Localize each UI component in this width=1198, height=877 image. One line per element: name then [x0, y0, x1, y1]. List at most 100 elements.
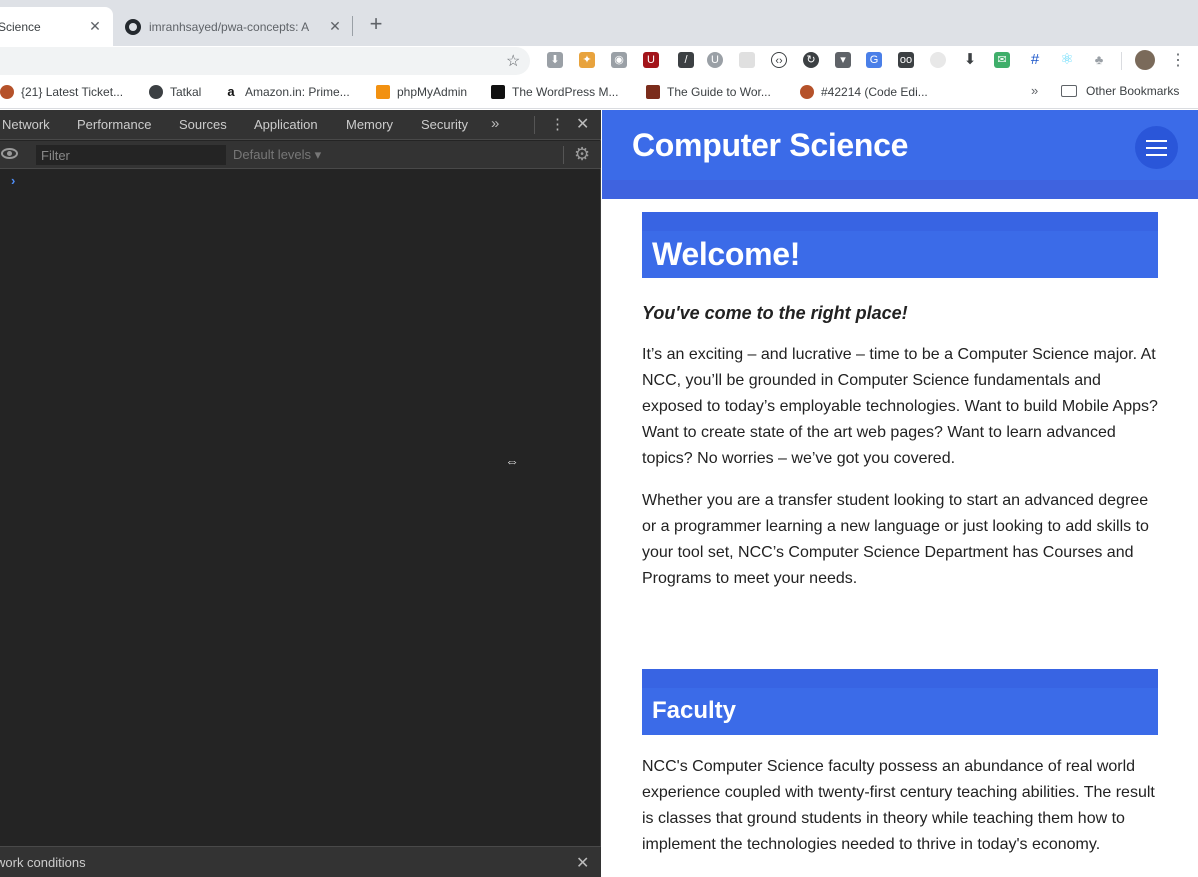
address-bar[interactable] [0, 47, 530, 75]
console-filter-input[interactable] [36, 145, 226, 165]
paw-icon [0, 85, 14, 99]
code-ext-icon[interactable]: ‹› [771, 52, 787, 68]
bookmark-label: The WordPress M... [512, 85, 619, 99]
console-toolbar: Default levels ▾ ⚙ [0, 141, 601, 169]
bookmark-star-icon[interactable]: ☆ [506, 51, 520, 71]
bookmark-label: {21} Latest Ticket... [21, 85, 124, 99]
devtools-tab-performance[interactable]: Performance [77, 117, 151, 132]
timer-ext-icon[interactable] [930, 52, 946, 68]
other-bookmarks-folder[interactable]: Other Bookmarks [1061, 84, 1179, 98]
other-bookmarks-label: Other Bookmarks [1086, 84, 1180, 98]
devtools-tab-sources[interactable]: Sources [179, 117, 227, 132]
bookmark-label: #42214 (Code Edi... [821, 85, 928, 99]
section-header-bar [642, 669, 1158, 688]
faculty-section-header: Faculty [642, 669, 1158, 735]
bookmark-wordpress[interactable]: The WordPress M... [491, 84, 618, 100]
tab-computer-science[interactable]: Science ✕ [0, 7, 113, 46]
shield-ext-icon[interactable]: ▾ [835, 52, 851, 68]
devtools-drawer-bar: work conditions ✕ [0, 846, 601, 877]
faculty-paragraph: NCC's Computer Science faculty possess a… [642, 758, 1155, 853]
drawer-tab-network-conditions[interactable]: work conditions [0, 855, 86, 870]
audience-paragraph: Whether you are a transfer student looki… [642, 492, 1149, 587]
download-ext-icon[interactable]: ⬇ [547, 52, 563, 68]
bookmarks-bar: {21} Latest Ticket... Tatkal a Amazon.in… [0, 76, 1198, 109]
tab-separator [352, 16, 353, 36]
more-tabs-chevron-icon[interactable]: » [491, 115, 499, 132]
inbox-ext-icon[interactable]: ✉ [994, 52, 1010, 68]
guide-icon [646, 85, 660, 99]
welcome-section-header: Welcome! [642, 212, 1158, 278]
devtools-tab-memory[interactable]: Memory [346, 117, 393, 132]
more-bookmarks-chevron-icon[interactable]: » [1031, 83, 1038, 98]
close-tab-icon[interactable]: ✕ [327, 18, 343, 34]
ublock-ext-icon[interactable]: U [643, 52, 659, 68]
github-icon [125, 18, 141, 35]
tree-ext-icon[interactable]: ♣ [1091, 52, 1107, 68]
bookmark-tatkal[interactable]: Tatkal [149, 84, 201, 100]
console-separator [563, 146, 564, 164]
devtools-close-icon[interactable]: ✕ [576, 114, 589, 134]
paw-icon [800, 85, 814, 99]
wordpress-icon [491, 85, 505, 99]
intro-paragraph: It’s an exciting – and lucrative – time … [642, 346, 1158, 467]
log-levels-dropdown[interactable]: Default levels ▾ [233, 147, 321, 163]
react-ext-icon[interactable]: ⚛ [1059, 52, 1075, 68]
bookmark-label: The Guide to Wor... [667, 85, 771, 99]
chrome-menu-icon[interactable]: ⋮ [1170, 50, 1186, 70]
devtools-panel: Network Performance Sources Application … [0, 110, 601, 877]
bookmark-guide-to-wordpress[interactable]: The Guide to Wor... [646, 84, 771, 100]
ooo-ext-icon[interactable]: oo [898, 52, 914, 68]
tagline: You've come to the right place! [642, 303, 908, 323]
globe-icon [149, 85, 163, 99]
bookmark-label: Tatkal [170, 85, 202, 99]
console-prompt-icon[interactable]: › [11, 173, 15, 188]
phpmyadmin-icon [376, 85, 390, 99]
browser-toolbar: ☆ ⬇ ✦ ◉ U / U ‹› ↻ ▾ G oo ⬇ ✉ # ⚛ ♣ ⋮ [0, 46, 1198, 76]
bookmark-latest-tickets[interactable]: {21} Latest Ticket... [0, 84, 123, 100]
hamburger-line [1146, 147, 1167, 149]
refresh-ext-icon[interactable]: ↻ [803, 52, 819, 68]
color-picker-ext-icon[interactable]: ✦ [579, 52, 595, 68]
u-ext-icon[interactable]: U [707, 52, 723, 68]
download-arrow-icon[interactable]: ⬇ [962, 52, 978, 68]
devtools-tab-security[interactable]: Security [421, 117, 468, 132]
bookmark-label: Amazon.in: Prime... [245, 85, 350, 99]
drawer-close-icon[interactable]: ✕ [576, 853, 589, 873]
hamburger-line [1146, 154, 1167, 156]
bookmark-label: phpMyAdmin [397, 85, 468, 99]
devtools-tab-network[interactable]: Network [2, 117, 50, 132]
camera-ext-icon[interactable]: ◉ [611, 52, 627, 68]
site-header: Computer Science [602, 110, 1198, 180]
hamburger-line [1146, 140, 1167, 142]
close-tab-icon[interactable]: ✕ [87, 18, 103, 34]
resize-cursor-icon: ⇔ [505, 453, 519, 469]
eyedropper-ext-icon[interactable]: / [678, 52, 694, 68]
header-subband [602, 180, 1198, 199]
profile-avatar[interactable] [1135, 50, 1155, 70]
tab-title: imranhsayed/pwa-concepts: A [149, 19, 310, 34]
frame-ext-icon[interactable]: # [1027, 52, 1043, 68]
folder-icon [1061, 85, 1077, 97]
new-tab-button[interactable]: + [366, 13, 386, 35]
eye-icon[interactable] [1, 148, 18, 159]
translate-ext-icon[interactable]: G [866, 52, 882, 68]
grid-ext-icon[interactable] [739, 52, 755, 68]
site-title[interactable]: Computer Science [632, 127, 908, 164]
bookmark-amazon[interactable]: a Amazon.in: Prime... [224, 84, 350, 100]
tab-strip: Science ✕ imranhsayed/pwa-concepts: A ✕ … [0, 0, 1198, 46]
gear-icon[interactable]: ⚙ [574, 144, 590, 165]
web-page-viewport: Computer Science Welcome! You've come to… [602, 110, 1198, 877]
tab-pwa-concepts[interactable]: imranhsayed/pwa-concepts: A ✕ [113, 7, 353, 46]
amazon-icon: a [224, 85, 238, 99]
welcome-heading: Welcome! [652, 236, 801, 272]
devtools-menu-icon[interactable]: ⋮ [550, 115, 565, 133]
bookmark-phpmyadmin[interactable]: phpMyAdmin [376, 84, 467, 100]
toolbar-separator [1121, 52, 1122, 70]
hamburger-menu-button[interactable] [1135, 126, 1178, 169]
devtools-tab-bar: Network Performance Sources Application … [0, 110, 601, 140]
faculty-heading: Faculty [652, 697, 737, 724]
bookmark-ticket-42214[interactable]: #42214 (Code Edi... [800, 84, 928, 100]
devtools-separator [534, 116, 535, 134]
tab-title: Science [0, 19, 41, 34]
devtools-tab-application[interactable]: Application [254, 117, 318, 132]
